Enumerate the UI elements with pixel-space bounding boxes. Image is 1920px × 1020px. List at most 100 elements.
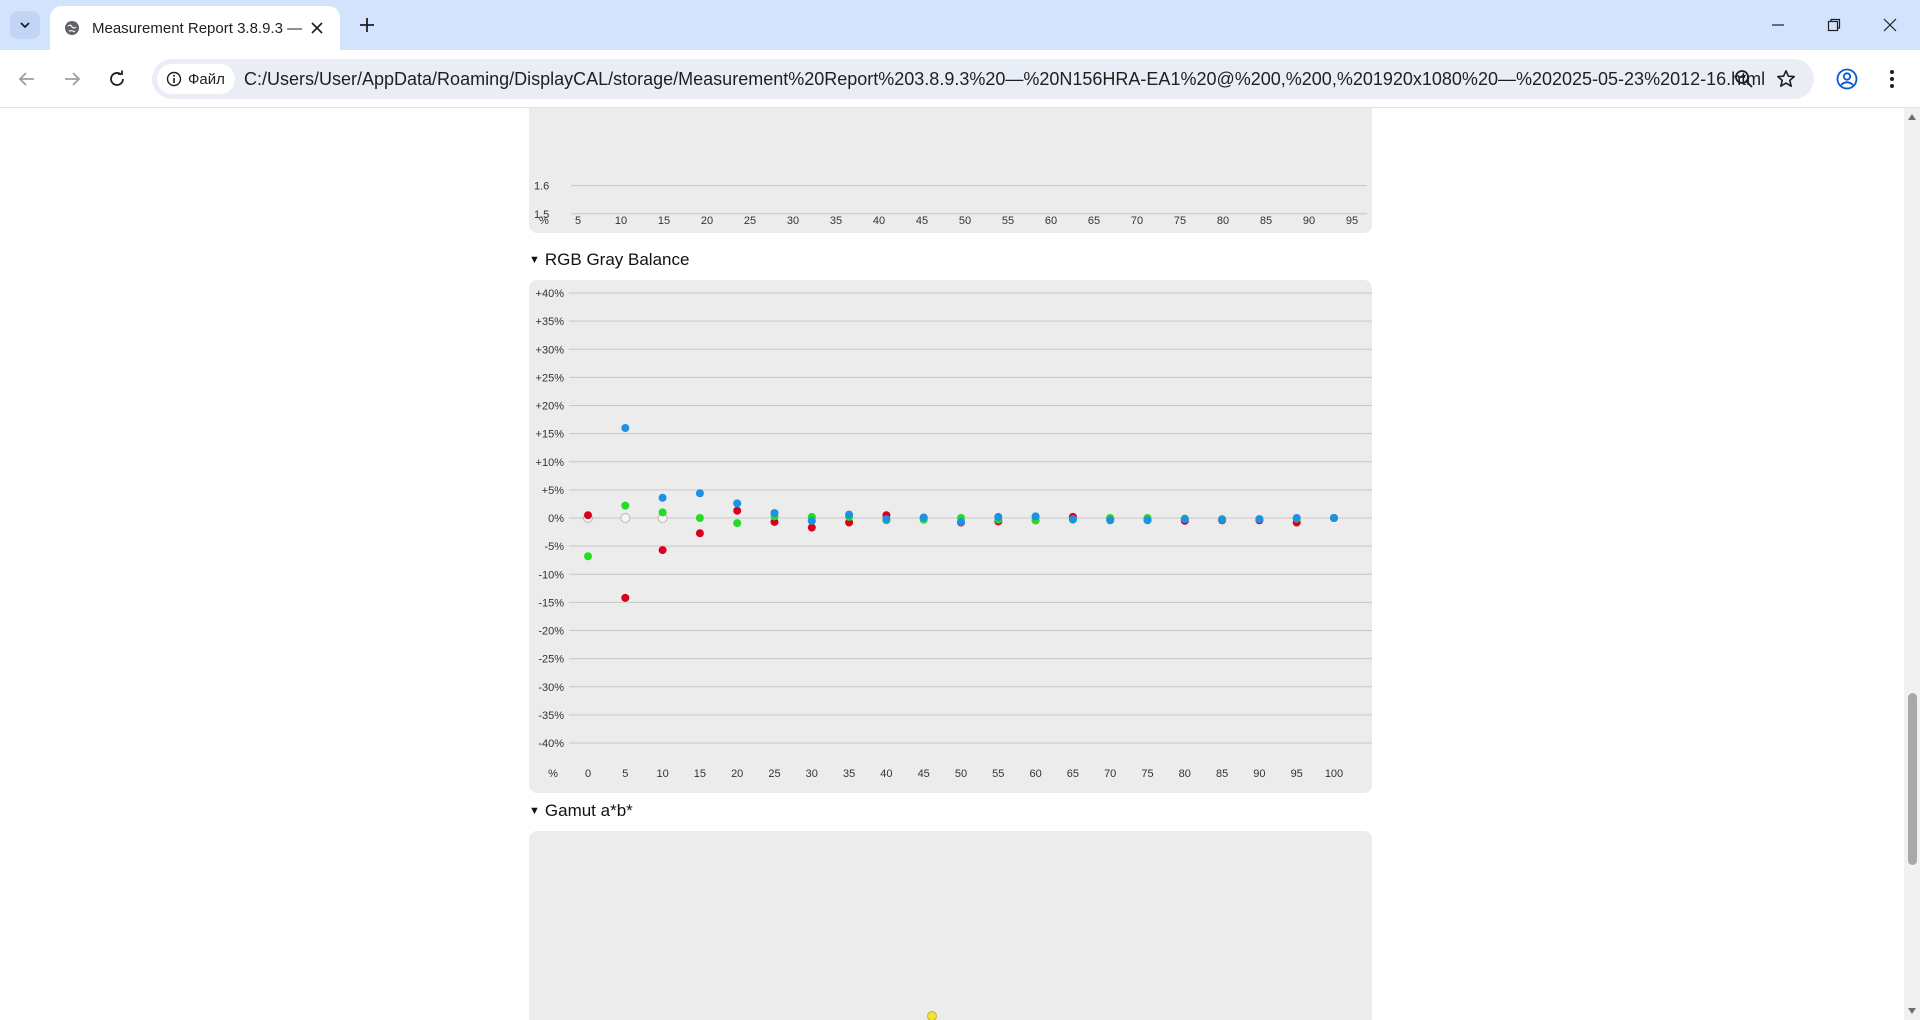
menu-button[interactable] bbox=[1876, 63, 1908, 95]
gray-chart-point-series-0 bbox=[658, 546, 667, 555]
gray-chart-y-tick: 0% bbox=[548, 513, 564, 525]
gray-chart-point-series-2 bbox=[1292, 514, 1301, 522]
top-chart-x-unit: % bbox=[539, 215, 549, 227]
url-text[interactable]: C:/Users/User/AppData/Roaming/DisplayCAL… bbox=[244, 69, 1765, 90]
tab-strip: Measurement Report 3.8.9.3 — bbox=[0, 0, 1920, 50]
gray-chart-point-series-2 bbox=[882, 515, 891, 524]
gray-chart-point-series-0 bbox=[695, 529, 704, 538]
gray-chart-x-tick: 0 bbox=[585, 768, 591, 780]
top-chart-x-tick: 10 bbox=[615, 215, 627, 227]
gray-chart-y-tick: -30% bbox=[538, 682, 564, 694]
gray-chart-point-series-2 bbox=[658, 493, 667, 502]
zoom-out-icon bbox=[1735, 70, 1753, 88]
gray-chart-point-series-0 bbox=[584, 511, 592, 520]
restore-icon bbox=[1827, 18, 1841, 32]
tab-search-button[interactable] bbox=[10, 11, 40, 39]
gray-chart-neutral-point bbox=[620, 513, 631, 523]
tab-close-button[interactable] bbox=[306, 17, 328, 39]
gray-chart-point-series-0 bbox=[621, 593, 630, 602]
gray-chart-point-series-2 bbox=[1031, 512, 1040, 521]
gray-chart-point-series-2 bbox=[957, 517, 965, 526]
gray-chart-x-tick: 30 bbox=[806, 768, 818, 780]
forward-button[interactable] bbox=[56, 63, 88, 95]
bookmark-button[interactable] bbox=[1772, 65, 1800, 93]
gray-chart-point-series-2 bbox=[1106, 516, 1115, 525]
new-tab-button[interactable] bbox=[352, 10, 382, 40]
tab-title: Measurement Report 3.8.9.3 — bbox=[92, 19, 303, 37]
site-info-chip[interactable]: Файл bbox=[157, 64, 235, 94]
scroll-down-button[interactable] bbox=[1907, 1006, 1917, 1016]
gray-chart-x-tick: 45 bbox=[918, 768, 930, 780]
gray-chart-y-tick: -35% bbox=[538, 710, 564, 722]
top-chart-x-tick: 30 bbox=[787, 215, 799, 227]
gray-chart-x-tick: 20 bbox=[731, 768, 743, 780]
gray-chart-point-series-2 bbox=[1218, 515, 1227, 524]
address-bar[interactable]: Файл C:/Users/User/AppData/Roaming/Displ… bbox=[152, 59, 1814, 99]
gray-balance-chart: +40% +35% +30% +25% +20% +15% +10% +5% 0% -5% -10%… bbox=[536, 288, 1372, 780]
top-chart-y-tick: 1.6 bbox=[534, 181, 549, 193]
top-chart-x-tick: 80 bbox=[1217, 215, 1229, 227]
reload-button[interactable] bbox=[101, 63, 133, 95]
gray-chart-y-tick: -15% bbox=[538, 597, 564, 609]
restore-button[interactable] bbox=[1806, 0, 1862, 50]
gray-chart-x-unit: % bbox=[548, 768, 558, 780]
gray-chart-x-tick: 55 bbox=[992, 768, 1004, 780]
scroll-up-button[interactable] bbox=[1907, 112, 1917, 122]
gray-balance-title: RGB Gray Balance bbox=[544, 250, 690, 269]
gray-chart-x-tick: 100 bbox=[1325, 768, 1343, 780]
close-window-button[interactable] bbox=[1862, 0, 1918, 50]
gray-chart-y-tick: +30% bbox=[536, 344, 565, 356]
gray-chart-x-tick: 60 bbox=[1029, 768, 1041, 780]
top-chart-x-tick: 5 bbox=[575, 215, 581, 227]
gray-chart-point-series-2 bbox=[807, 516, 816, 525]
gray-chart-y-tick: +5% bbox=[542, 485, 565, 497]
triangle-up-icon bbox=[1908, 114, 1916, 120]
gamut-chart bbox=[927, 1011, 937, 1020]
gamut-header[interactable]: ▼ Gamut a*b* bbox=[529, 801, 633, 821]
gray-balance-chart-box: +40% +35% +30% +25% +20% +15% +10% +5% 0% -5% -10%… bbox=[529, 280, 1372, 793]
gray-chart-y-tick: +35% bbox=[536, 316, 565, 328]
scroll-thumb[interactable] bbox=[1908, 693, 1917, 865]
gray-chart-x-tick: 40 bbox=[880, 768, 892, 780]
top-chart-x-tick: 60 bbox=[1045, 215, 1057, 227]
triangle-down-icon bbox=[1908, 1008, 1916, 1014]
info-icon bbox=[166, 71, 182, 87]
gray-chart-x-tick: 35 bbox=[843, 768, 855, 780]
gray-chart-point-series-1 bbox=[695, 514, 704, 522]
gray-chart-x-tick: 95 bbox=[1291, 768, 1303, 780]
gray-balance-header[interactable]: ▼ RGB Gray Balance bbox=[529, 250, 689, 270]
gray-chart-y-tick: -5% bbox=[544, 541, 564, 553]
top-chart-x-tick: 20 bbox=[701, 215, 713, 227]
profile-button[interactable] bbox=[1831, 63, 1863, 95]
top-chart-x-tick: 35 bbox=[830, 215, 842, 227]
gray-chart-y-tick: +20% bbox=[536, 401, 565, 413]
gray-chart-point-series-0 bbox=[733, 506, 742, 515]
page-viewport: 1.61.51.4%510152025303540455055606570758… bbox=[0, 108, 1904, 1020]
gray-chart-point-series-2 bbox=[1180, 515, 1189, 524]
profile-icon bbox=[1836, 68, 1858, 90]
site-chip-label: Файл bbox=[188, 70, 225, 88]
back-button[interactable] bbox=[11, 63, 43, 95]
top-chart-box: 1.61.51.4%510152025303540455055606570758… bbox=[529, 108, 1372, 233]
zoom-button[interactable] bbox=[1730, 65, 1758, 93]
tab-measurement-report[interactable]: Measurement Report 3.8.9.3 — bbox=[50, 6, 340, 50]
gamut-chart-box bbox=[529, 831, 1372, 1020]
gray-chart-point-series-1 bbox=[621, 501, 630, 510]
gray-chart-y-tick: -20% bbox=[538, 626, 564, 638]
more-vertical-icon bbox=[1890, 70, 1894, 88]
top-chart-x-tick: 85 bbox=[1260, 215, 1272, 227]
gray-chart-point-series-2 bbox=[1143, 516, 1152, 525]
minimize-button[interactable] bbox=[1750, 0, 1806, 50]
minimize-icon bbox=[1772, 24, 1784, 26]
gray-chart-y-tick: +10% bbox=[536, 457, 565, 469]
top-chart-x-tick: 15 bbox=[658, 215, 670, 227]
gamut-title: Gamut a*b* bbox=[544, 801, 633, 820]
gray-chart-point-series-2 bbox=[994, 512, 1003, 521]
gray-chart-x-tick: 80 bbox=[1179, 768, 1191, 780]
top-chart: 1.61.51.4%510152025303540455055606570758… bbox=[534, 181, 1367, 227]
gray-chart-x-tick: 70 bbox=[1104, 768, 1116, 780]
collapse-triangle-icon: ▼ bbox=[529, 254, 540, 266]
page-scrollbar[interactable] bbox=[1904, 108, 1920, 1020]
gray-chart-y-tick: -10% bbox=[538, 569, 564, 581]
reload-icon bbox=[110, 70, 124, 86]
